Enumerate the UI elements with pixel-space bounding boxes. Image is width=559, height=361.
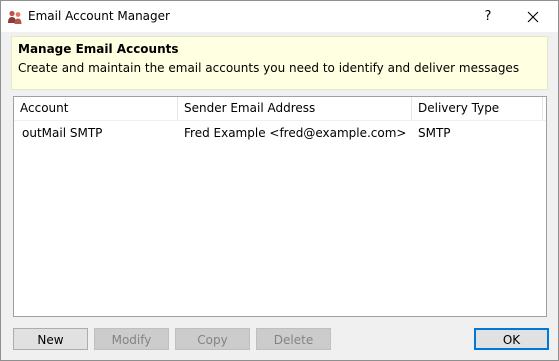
banner-description: Create and maintain the email accounts y… [18,61,520,75]
column-header-delivery[interactable]: Delivery Type [412,97,543,120]
accounts-list[interactable]: Account Sender Email Address Delivery Ty… [13,96,547,317]
title-bar[interactable]: Email Account Manager ? [1,1,558,32]
column-header-sender[interactable]: Sender Email Address [178,97,412,120]
people-icon [7,9,23,25]
new-button[interactable]: New [13,328,88,350]
modify-button[interactable]: Modify [94,328,169,350]
close-button[interactable] [510,1,556,32]
close-icon [527,11,539,22]
header-divider [14,120,546,121]
window-title: Email Account Manager [28,9,170,23]
dialog-window: Email Account Manager ? Manage Email Acc… [0,0,559,361]
cell-account: outMail SMTP [22,126,103,140]
cell-sender: Fred Example <fred@example.com> [184,126,407,140]
info-banner: Manage Email Accounts Create and maintai… [11,36,548,90]
delete-button[interactable]: Delete [256,328,331,350]
column-header-account[interactable]: Account [14,97,178,120]
cell-delivery: SMTP [418,126,451,140]
ok-button[interactable]: OK [474,328,549,350]
help-button[interactable]: ? [473,1,503,32]
copy-button[interactable]: Copy [175,328,250,350]
banner-title: Manage Email Accounts [18,42,179,56]
